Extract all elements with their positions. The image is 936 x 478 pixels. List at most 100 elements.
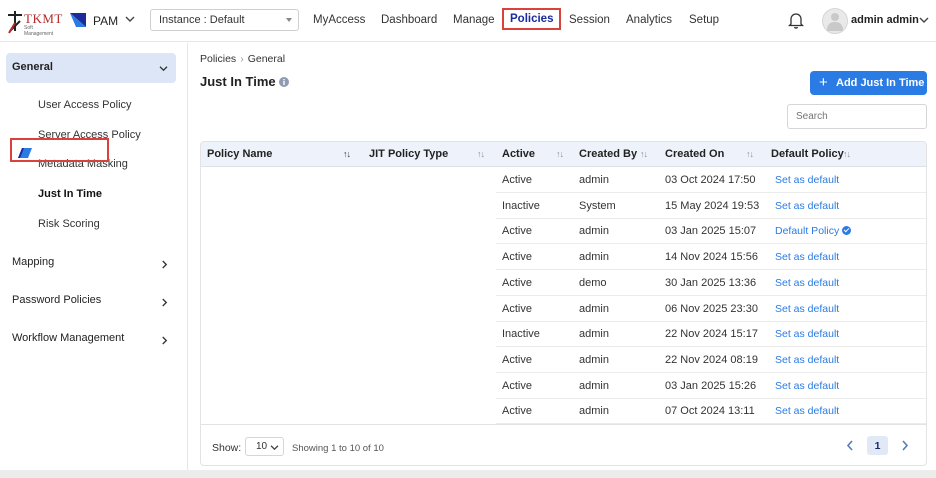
user-name[interactable]: admin admin <box>851 14 919 26</box>
default-policy-text: Set as default <box>775 328 840 341</box>
sort-icon[interactable]: ↑↓ <box>477 149 485 159</box>
cell-created-on: 22 Nov 2024 08:19 <box>665 353 758 366</box>
cell-active: Active <box>502 353 532 366</box>
page-size-select[interactable]: 10 <box>245 437 284 456</box>
set-as-default-link[interactable]: Set as default <box>775 277 839 289</box>
table-footer: Show: 10 Showing 1 to 10 of 10 1 <box>201 424 926 465</box>
cell-created-on: 03 Jan 2025 15:07 <box>665 225 757 238</box>
nav-dashboard[interactable]: Dashboard <box>381 14 437 26</box>
sidebar-item-risk-scoring[interactable]: Risk Scoring <box>38 218 100 230</box>
set-as-default-link[interactable]: Set as default <box>775 303 839 315</box>
instance-select[interactable]: Instance : Default <box>150 9 299 31</box>
sidebar-item-just-in-time[interactable]: Just In Time <box>38 188 102 200</box>
default-policy-text: Set as default <box>775 379 840 392</box>
set-as-default-link[interactable]: Set as default <box>775 251 839 263</box>
add-just-in-time-button[interactable]: + Add Just In Time <box>810 71 927 95</box>
nav-analytics[interactable]: Analytics <box>626 14 672 26</box>
caret-down-icon <box>286 18 292 22</box>
default-policy-text: Set as default <box>775 302 840 315</box>
sidebar-group-label: Workflow Management <box>12 332 125 344</box>
column-header-active[interactable]: Active <box>502 148 535 160</box>
cell-created-on: 22 Nov 2024 15:17 <box>665 328 758 341</box>
logo-mark-icon <box>8 11 22 34</box>
sidebar-item-user-access-policy[interactable]: User Access Policy <box>38 99 132 111</box>
user-menu-chevron-icon[interactable] <box>919 16 929 24</box>
search-input[interactable] <box>787 104 927 129</box>
chevron-down-icon[interactable] <box>125 15 135 23</box>
cell-created-by: demo <box>579 276 607 289</box>
sort-icon[interactable]: ↑↓ <box>746 149 754 159</box>
sidebar-group-password-policies[interactable]: Password Policies <box>6 286 176 316</box>
pagination-page-button[interactable]: 1 <box>867 436 888 455</box>
table-row[interactable]: Active admin 03 Oct 2024 17:50 Set as defau… <box>496 167 926 193</box>
sidebar-group-workflow-management[interactable]: Workflow Management <box>6 324 176 354</box>
cell-created-by: admin <box>579 379 609 392</box>
pam-product-icon <box>70 13 86 27</box>
cell-created-on: 03 Oct 2024 17:50 <box>665 174 756 186</box>
sidebar-group-label: Password Policies <box>12 294 102 306</box>
column-header-created-by[interactable]: Created By <box>579 148 637 160</box>
table-row[interactable]: Active admin 03 Jan 2025 15:07 Default Poli… <box>496 218 926 245</box>
set-as-default-link[interactable]: Set as default <box>775 174 839 186</box>
nav-setup[interactable]: Setup <box>689 14 719 26</box>
set-as-default-link[interactable]: Set as default <box>775 405 839 417</box>
table-row[interactable]: Active admin 03 Jan 2025 15:26 Set as defau… <box>496 373 926 399</box>
nav-policies[interactable]: Policies <box>502 8 562 30</box>
cell-created-by: admin <box>579 251 609 264</box>
nav-manage[interactable]: Manage <box>453 14 495 26</box>
cell-active: Active <box>502 225 532 238</box>
cell-created-by: admin <box>579 174 609 186</box>
nav-myaccess[interactable]: MyAccess <box>313 14 365 26</box>
sort-icon[interactable]: ↑↓ <box>556 149 564 159</box>
plus-icon: + <box>819 74 828 91</box>
table-header: Policy Name ↑↓ JIT Policy Type ↑↓ Active… <box>201 142 926 167</box>
breadcrumb-current: General <box>247 53 286 65</box>
table-row[interactable]: Active admin 22 Nov 2024 08:19 Set as defau… <box>496 347 926 373</box>
breadcrumb: Policies › General <box>200 53 285 65</box>
chevron-down-icon <box>159 66 168 72</box>
product-switcher-label[interactable]: PAM <box>93 14 118 28</box>
chevron-left-icon[interactable] <box>846 440 854 451</box>
table-row[interactable]: Inactive System 15 May 2024 19:53 Set as de… <box>496 193 926 219</box>
info-icon[interactable] <box>279 77 289 87</box>
set-as-default-link[interactable]: Set as default <box>775 200 839 212</box>
default-policy-text: Set as default <box>775 199 840 212</box>
cell-created-by: admin <box>579 328 609 341</box>
table-row[interactable]: Active admin 14 Nov 2024 15:56 Set as defau… <box>496 244 926 271</box>
set-as-default-link[interactable]: Set as default <box>775 328 839 340</box>
bell-icon[interactable] <box>788 12 804 29</box>
cell-active: Inactive <box>502 199 540 212</box>
sidebar-group-general[interactable]: General <box>6 53 176 83</box>
cell-created-on: 30 Jan 2025 13:36 <box>665 276 757 289</box>
default-policy-text: Set as default <box>775 353 840 366</box>
default-policy-text: Set as default <box>775 405 840 418</box>
breadcrumb-root[interactable]: Policies <box>200 53 236 65</box>
sort-icon[interactable]: ↑↓ <box>640 149 648 159</box>
cell-active: Active <box>502 405 532 418</box>
company-logo[interactable]: TKMT Soft Management <box>6 9 62 37</box>
chevron-right-icon[interactable] <box>901 440 909 451</box>
cell-active: Active <box>502 174 532 186</box>
set-as-default-link[interactable]: Set as default <box>775 380 839 392</box>
default-policy-text: Set as default <box>775 174 840 186</box>
table-row[interactable]: Active admin 06 Nov 2025 23:30 Set as defau… <box>496 296 926 322</box>
set-as-default-link[interactable]: Set as default <box>775 354 839 366</box>
chevron-right-icon <box>162 336 168 345</box>
table-row[interactable]: Active admin 07 Oct 2024 13:11 Set as defau… <box>496 398 926 425</box>
sort-icon[interactable]: ↑↓ <box>343 149 351 159</box>
column-header-created-on[interactable]: Created On <box>665 148 724 160</box>
nav-session[interactable]: Session <box>569 14 610 26</box>
table-row[interactable]: Inactive admin 22 Nov 2024 15:17 Set as def… <box>496 321 926 348</box>
column-header-jit-policy-type[interactable]: JIT Policy Type <box>369 148 448 160</box>
user-avatar[interactable] <box>822 8 848 34</box>
cell-created-by: admin <box>579 353 609 366</box>
cell-active: Active <box>502 276 532 289</box>
top-bar: TKMT Soft Management PAM Instance : Defa… <box>0 0 936 42</box>
breadcrumb-separator-icon: › <box>240 53 244 65</box>
table-row[interactable]: Active demo 30 Jan 2025 13:36 Set as defaul… <box>496 270 926 296</box>
cell-created-by: admin <box>579 225 609 238</box>
sort-icon[interactable]: ↑↓ <box>843 149 851 159</box>
column-header-default-policy[interactable]: Default Policy <box>771 148 844 160</box>
column-header-policy-name[interactable]: Policy Name <box>207 148 272 160</box>
sidebar-group-mapping[interactable]: Mapping <box>6 248 176 278</box>
